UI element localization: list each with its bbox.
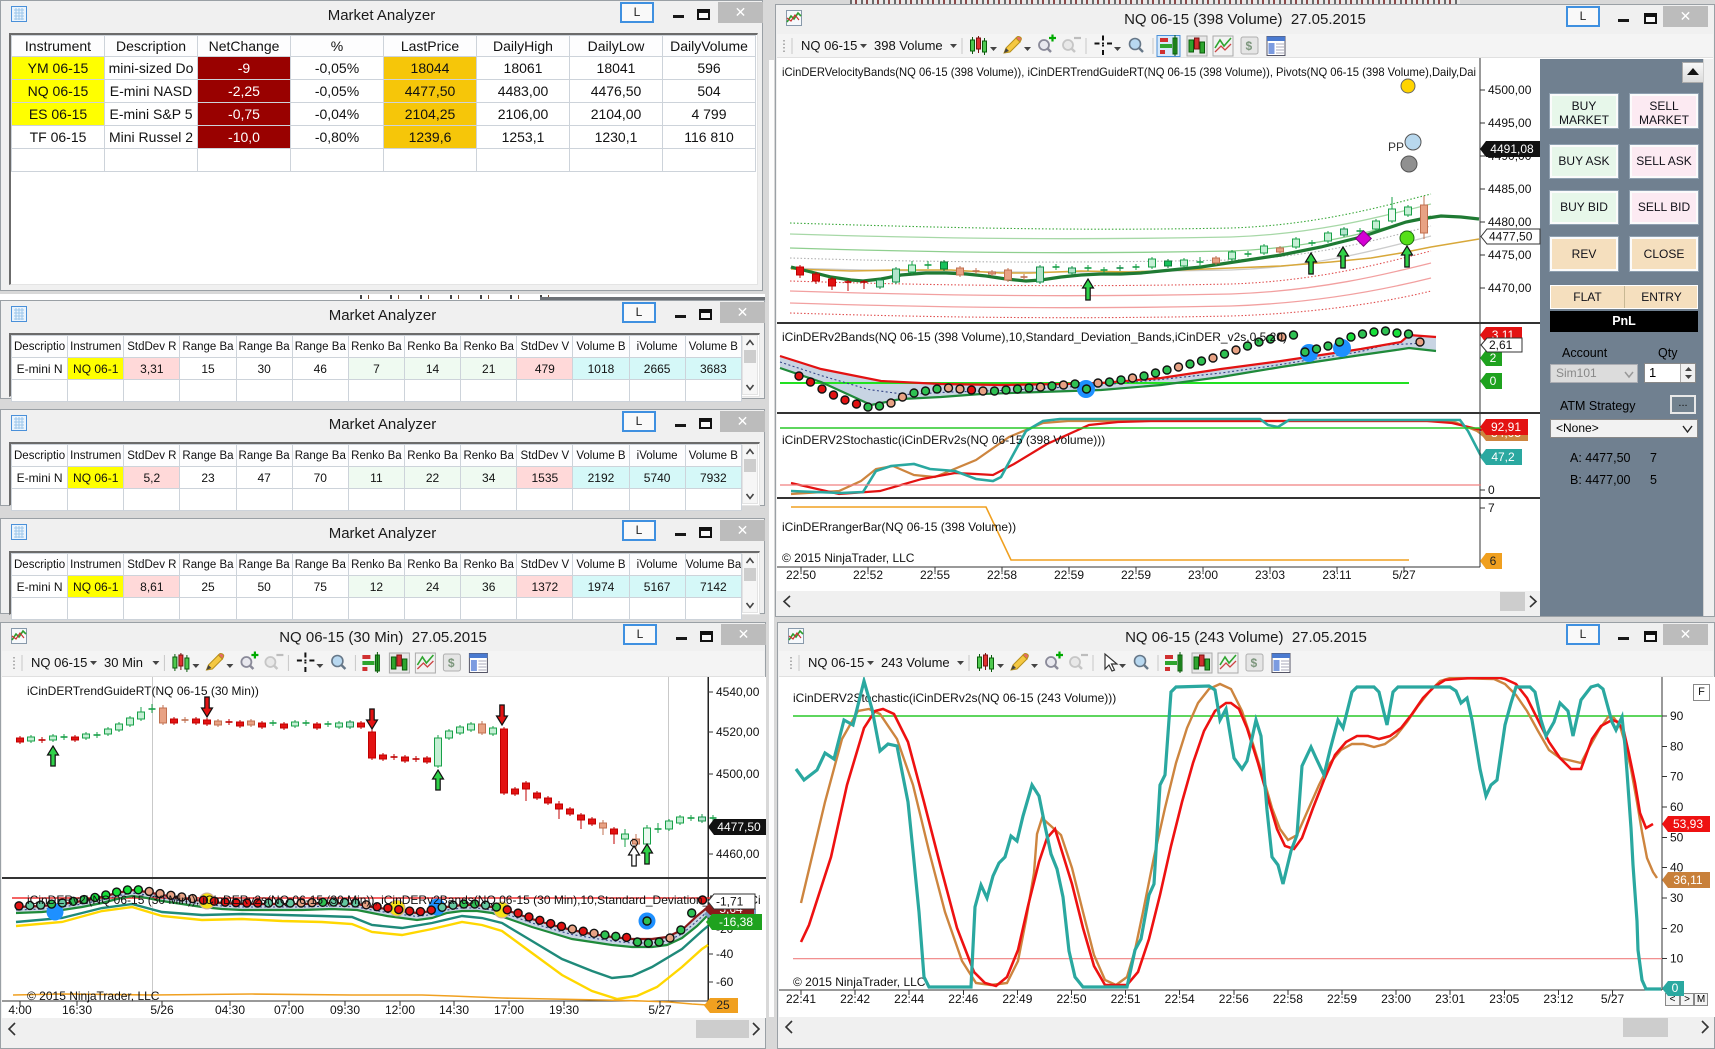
- svg-text:22:41: 22:41: [786, 992, 816, 1006]
- svg-text:$: $: [1246, 39, 1253, 53]
- svg-text:12:00: 12:00: [385, 1003, 415, 1017]
- svg-text:22:42: 22:42: [840, 992, 870, 1006]
- svg-text:30 Min: 30 Min: [104, 655, 143, 670]
- svg-text:07:00: 07:00: [274, 1003, 304, 1017]
- svg-text:19:30: 19:30: [549, 1003, 579, 1017]
- svg-text:iCinDERVelocityBands(NQ 06-15: iCinDERVelocityBands(NQ 06-15 (398 Volum…: [782, 65, 1476, 79]
- svg-text:4:00: 4:00: [8, 1003, 32, 1017]
- svg-text:23:00: 23:00: [1188, 568, 1218, 582]
- svg-text:-60: -60: [716, 975, 734, 989]
- svg-text:4475,00: 4475,00: [1488, 248, 1532, 262]
- svg-text:22:46: 22:46: [948, 992, 978, 1006]
- svg-text:22:52: 22:52: [853, 568, 883, 582]
- svg-text:NQ 06-15: NQ 06-15: [31, 655, 87, 670]
- svg-text:NQ 06-15: NQ 06-15: [808, 655, 864, 670]
- svg-text:© 2015 NinjaTrader, LLC: © 2015 NinjaTrader, LLC: [793, 975, 926, 989]
- svg-text:iCinDERv2i(NQ 06-15 (30 Min)),: iCinDERv2i(NQ 06-15 (30 Min)), iCinDERv2…: [27, 893, 761, 907]
- svg-text:PP: PP: [1388, 140, 1404, 154]
- svg-text:22:59: 22:59: [1054, 568, 1084, 582]
- svg-text:398 Volume: 398 Volume: [874, 38, 943, 53]
- svg-text:22:50: 22:50: [786, 568, 816, 582]
- svg-text:60: 60: [1670, 800, 1684, 814]
- svg-text:4540,00: 4540,00: [716, 685, 760, 699]
- svg-text:23:12: 23:12: [1543, 992, 1573, 1006]
- svg-text:17:00: 17:00: [494, 1003, 524, 1017]
- svg-text:23:03: 23:03: [1255, 568, 1285, 582]
- svg-text:$: $: [448, 656, 455, 670]
- svg-text:5/27: 5/27: [1601, 992, 1625, 1006]
- svg-text:© 2015 NinjaTrader, LLC: © 2015 NinjaTrader, LLC: [27, 989, 160, 1003]
- svg-text:$: $: [1251, 656, 1258, 670]
- svg-text:7: 7: [1488, 501, 1495, 515]
- svg-text:10: 10: [1670, 952, 1684, 966]
- svg-text:22:54: 22:54: [1165, 992, 1195, 1006]
- svg-text:50: 50: [1670, 830, 1684, 844]
- svg-text:-1,71: -1,71: [716, 895, 744, 909]
- svg-text:2,61: 2,61: [1489, 338, 1513, 352]
- svg-text:90: 90: [1670, 709, 1684, 723]
- svg-text:-40: -40: [716, 947, 734, 961]
- svg-text:4495,00: 4495,00: [1488, 116, 1532, 130]
- svg-text:iCinDERv2Bands(NQ 06-15 (398 V: iCinDERv2Bands(NQ 06-15 (398 Volume),10,…: [782, 330, 1287, 344]
- svg-text:iCinDERV2Stochastic(iCinDERv2s: iCinDERV2Stochastic(iCinDERv2s(NQ 06-15 …: [793, 691, 1116, 705]
- svg-text:243 Volume: 243 Volume: [881, 655, 950, 670]
- svg-text:iCinDERTrendGuideRT(NQ 06-15 (: iCinDERTrendGuideRT(NQ 06-15 (30 Min)): [27, 684, 259, 698]
- svg-text:04:30: 04:30: [215, 1003, 245, 1017]
- svg-text:22:51: 22:51: [1111, 992, 1141, 1006]
- svg-text:4500,00: 4500,00: [716, 767, 760, 781]
- svg-text:23:05: 23:05: [1489, 992, 1519, 1006]
- svg-text:22:49: 22:49: [1002, 992, 1032, 1006]
- svg-text:20: 20: [1670, 921, 1684, 935]
- svg-text:22:59: 22:59: [1327, 992, 1357, 1006]
- svg-text:09:30: 09:30: [330, 1003, 360, 1017]
- svg-text:22:56: 22:56: [1219, 992, 1249, 1006]
- svg-text:NQ 06-15: NQ 06-15: [801, 38, 857, 53]
- svg-text:22:44: 22:44: [894, 992, 924, 1006]
- svg-text:22:55: 22:55: [920, 568, 950, 582]
- svg-text:22:59: 22:59: [1121, 568, 1151, 582]
- svg-text:4485,00: 4485,00: [1488, 182, 1532, 196]
- svg-text:22:58: 22:58: [987, 568, 1017, 582]
- svg-text:4477,50: 4477,50: [1489, 230, 1533, 244]
- svg-text:23:11: 23:11: [1322, 568, 1351, 582]
- svg-text:4520,00: 4520,00: [716, 725, 760, 739]
- svg-text:70: 70: [1670, 770, 1684, 784]
- svg-text:4480,00: 4480,00: [1488, 215, 1532, 229]
- svg-text:16:30: 16:30: [62, 1003, 92, 1017]
- svg-text:0: 0: [1488, 483, 1495, 497]
- svg-text:4460,00: 4460,00: [716, 847, 760, 861]
- svg-text:5/27: 5/27: [648, 1003, 672, 1017]
- svg-text:4500,00: 4500,00: [1488, 83, 1532, 97]
- svg-text:22:58: 22:58: [1273, 992, 1303, 1006]
- svg-text:22:50: 22:50: [1056, 992, 1086, 1006]
- svg-text:23:01: 23:01: [1435, 992, 1465, 1006]
- svg-text:5/27: 5/27: [1392, 568, 1416, 582]
- svg-text:80: 80: [1670, 739, 1684, 753]
- svg-text:23:00: 23:00: [1381, 992, 1411, 1006]
- svg-text:14:30: 14:30: [439, 1003, 469, 1017]
- svg-text:5/26: 5/26: [150, 1003, 174, 1017]
- svg-text:30: 30: [1670, 891, 1684, 905]
- svg-text:iCinDERrangerBar(NQ 06-15 (398: iCinDERrangerBar(NQ 06-15 (398 Volume)): [782, 520, 1016, 534]
- svg-text:4470,00: 4470,00: [1488, 281, 1532, 295]
- svg-text:iCinDERV2Stochastic(iCinDERv2s: iCinDERV2Stochastic(iCinDERv2s(NQ 06-15 …: [782, 433, 1105, 447]
- svg-text:© 2015 NinjaTrader, LLC: © 2015 NinjaTrader, LLC: [782, 551, 915, 565]
